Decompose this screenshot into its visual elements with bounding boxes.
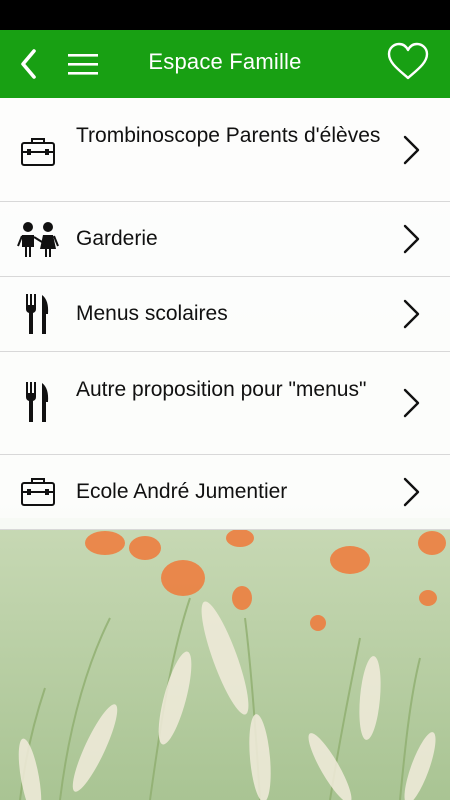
- chevron-right-icon: [403, 224, 420, 254]
- cutlery-icon: [26, 382, 49, 422]
- list-item-ecole[interactable]: Ecole André Jumentier: [0, 455, 450, 530]
- list-item-garderie[interactable]: Garderie: [0, 202, 450, 277]
- back-button[interactable]: [14, 46, 44, 82]
- hamburger-menu-button[interactable]: [66, 50, 100, 78]
- list-item-trombinoscope[interactable]: Trombinoscope Parents d'élèves: [0, 98, 450, 202]
- menu-list: Trombinoscope Parents d'élèves Garderie: [0, 98, 450, 530]
- chevron-right-icon: [403, 299, 420, 329]
- status-bar: [0, 0, 450, 30]
- briefcase-icon: [21, 478, 55, 506]
- cutlery-icon: [26, 294, 49, 334]
- favorite-heart-button[interactable]: [386, 42, 430, 82]
- chevron-right-icon: [403, 477, 420, 507]
- app-header: Espace Famille: [0, 30, 450, 98]
- chevron-right-icon: [403, 388, 420, 418]
- item-label: Trombinoscope Parents d'élèves: [76, 124, 381, 147]
- item-label: Garderie: [76, 227, 158, 250]
- page-title: Espace Famille: [148, 49, 302, 74]
- briefcase-icon: [21, 138, 55, 166]
- item-label: Menus scolaires: [76, 302, 228, 325]
- list-item-autre-proposition[interactable]: Autre proposition pour "menus": [0, 352, 450, 455]
- item-label: Autre proposition pour "menus": [76, 378, 367, 401]
- list-item-menus-scolaires[interactable]: Menus scolaires: [0, 277, 450, 352]
- chevron-right-icon: [403, 135, 420, 165]
- children-icon: [17, 222, 59, 257]
- item-label: Ecole André Jumentier: [76, 480, 288, 503]
